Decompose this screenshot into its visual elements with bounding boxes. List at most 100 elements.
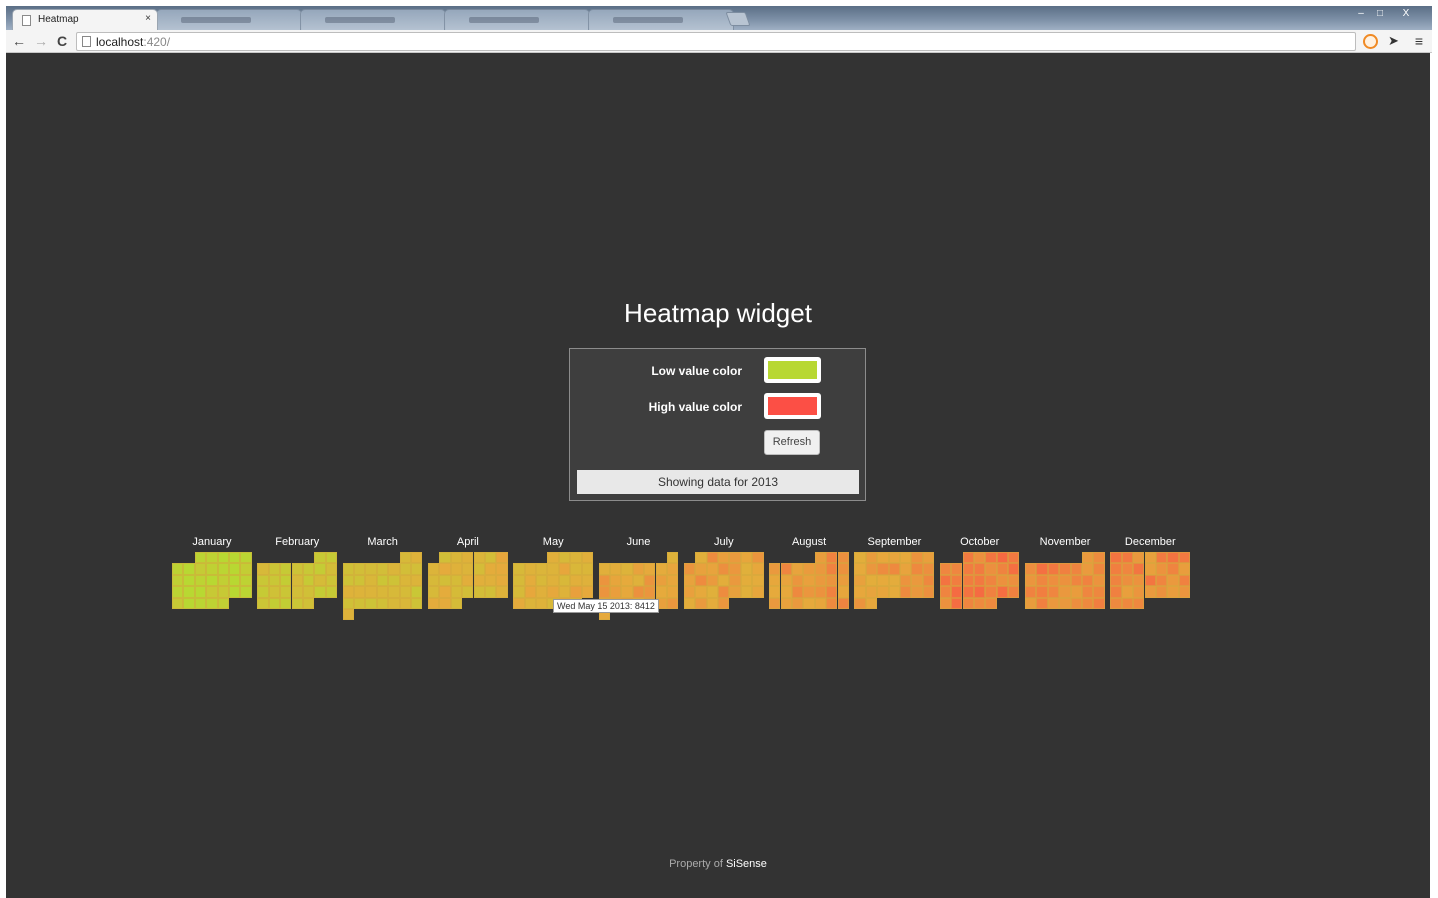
heatmap-day-cell[interactable] bbox=[837, 586, 849, 598]
heatmap-day-cell[interactable] bbox=[951, 586, 963, 598]
heatmap-day-cell[interactable] bbox=[1110, 552, 1122, 564]
footer-brand-link[interactable]: SiSense bbox=[726, 858, 767, 870]
heatmap-day-cell[interactable] bbox=[1121, 586, 1134, 598]
heatmap-day-cell[interactable] bbox=[1155, 574, 1168, 587]
heatmap-day-cell[interactable] bbox=[996, 574, 1009, 587]
heatmap-day-cell[interactable] bbox=[376, 574, 389, 587]
heatmap-day-cell[interactable] bbox=[439, 563, 451, 575]
heatmap-day-cell[interactable] bbox=[450, 552, 463, 564]
heatmap-day-cell[interactable] bbox=[826, 586, 838, 598]
heatmap-day-cell[interactable] bbox=[837, 563, 849, 575]
background-tab[interactable] bbox=[444, 9, 590, 30]
heatmap-day-cell[interactable] bbox=[1121, 552, 1134, 564]
heatmap-day-cell[interactable] bbox=[183, 586, 195, 598]
heatmap-day-cell[interactable] bbox=[427, 586, 440, 598]
heatmap-day-cell[interactable] bbox=[547, 586, 559, 598]
heatmap-day-cell[interactable] bbox=[1025, 574, 1037, 587]
heatmap-day-cell[interactable] bbox=[1133, 552, 1145, 564]
heatmap-day-cell[interactable] bbox=[962, 586, 974, 598]
heatmap-day-cell[interactable] bbox=[399, 597, 411, 609]
heatmap-day-cell[interactable] bbox=[291, 574, 303, 587]
heatmap-day-cell[interactable] bbox=[376, 597, 389, 609]
heatmap-day-cell[interactable] bbox=[1082, 574, 1094, 587]
heatmap-day-cell[interactable] bbox=[911, 563, 923, 575]
heatmap-day-cell[interactable] bbox=[1070, 574, 1082, 587]
heatmap-day-cell[interactable] bbox=[854, 552, 866, 564]
heatmap-day-cell[interactable] bbox=[877, 586, 889, 598]
heatmap-day-cell[interactable] bbox=[1036, 563, 1048, 575]
heatmap-day-cell[interactable] bbox=[1070, 586, 1082, 598]
heatmap-day-cell[interactable] bbox=[194, 586, 207, 598]
heatmap-day-cell[interactable] bbox=[513, 563, 525, 575]
heatmap-day-cell[interactable] bbox=[314, 586, 326, 598]
heatmap-day-cell[interactable] bbox=[1121, 574, 1134, 587]
heatmap-day-cell[interactable] bbox=[706, 563, 718, 575]
heatmap-day-cell[interactable] bbox=[814, 597, 827, 609]
heatmap-day-cell[interactable] bbox=[473, 586, 485, 598]
heatmap-day-cell[interactable] bbox=[900, 586, 912, 598]
heatmap-day-cell[interactable] bbox=[854, 586, 866, 598]
heatmap-day-cell[interactable] bbox=[826, 597, 838, 609]
heatmap-day-cell[interactable] bbox=[524, 597, 536, 609]
heatmap-day-cell[interactable] bbox=[1167, 552, 1179, 564]
heatmap-day-cell[interactable] bbox=[951, 574, 963, 587]
heatmap-day-cell[interactable] bbox=[996, 586, 1009, 598]
heatmap-day-cell[interactable] bbox=[973, 597, 986, 609]
heatmap-day-cell[interactable] bbox=[1155, 586, 1168, 598]
heatmap-day-cell[interactable] bbox=[803, 563, 815, 575]
heatmap-day-cell[interactable] bbox=[598, 586, 610, 598]
heatmap-day-cell[interactable] bbox=[791, 586, 804, 598]
heatmap-day-cell[interactable] bbox=[996, 563, 1009, 575]
heatmap-day-cell[interactable] bbox=[484, 563, 497, 575]
heatmap-day-cell[interactable] bbox=[325, 552, 338, 564]
heatmap-day-cell[interactable] bbox=[752, 586, 764, 598]
heatmap-day-cell[interactable] bbox=[325, 574, 338, 587]
heatmap-day-cell[interactable] bbox=[718, 563, 730, 575]
heatmap-day-cell[interactable] bbox=[325, 563, 338, 575]
heatmap-day-cell[interactable] bbox=[740, 563, 753, 575]
heatmap-day-cell[interactable] bbox=[206, 597, 218, 609]
heatmap-day-cell[interactable] bbox=[837, 552, 849, 564]
heatmap-day-cell[interactable] bbox=[462, 552, 474, 564]
heatmap-day-cell[interactable] bbox=[718, 597, 730, 609]
heatmap-day-cell[interactable] bbox=[325, 586, 338, 598]
heatmap-day-cell[interactable] bbox=[240, 574, 252, 587]
heatmap-day-cell[interactable] bbox=[342, 586, 354, 598]
heatmap-day-cell[interactable] bbox=[268, 597, 281, 609]
heatmap-day-cell[interactable] bbox=[1082, 586, 1094, 598]
heatmap-day-cell[interactable] bbox=[729, 574, 741, 587]
heatmap-day-cell[interactable] bbox=[666, 586, 679, 598]
heatmap-day-cell[interactable] bbox=[1110, 563, 1122, 575]
heatmap-day-cell[interactable] bbox=[473, 552, 485, 564]
heatmap-day-cell[interactable] bbox=[365, 597, 377, 609]
heatmap-day-cell[interactable] bbox=[1036, 586, 1048, 598]
heatmap-day-cell[interactable] bbox=[865, 597, 878, 609]
minimize-button[interactable]: – bbox=[1352, 7, 1370, 21]
heatmap-day-cell[interactable] bbox=[985, 563, 997, 575]
heatmap-day-cell[interactable] bbox=[1121, 563, 1134, 575]
heatmap-day-cell[interactable] bbox=[729, 563, 741, 575]
heatmap-day-cell[interactable] bbox=[695, 574, 707, 587]
heatmap-day-cell[interactable] bbox=[780, 563, 792, 575]
heatmap-day-cell[interactable] bbox=[939, 563, 952, 575]
heatmap-day-cell[interactable] bbox=[484, 574, 497, 587]
heatmap-day-cell[interactable] bbox=[183, 597, 195, 609]
heatmap-day-cell[interactable] bbox=[1008, 563, 1020, 575]
heatmap-day-cell[interactable] bbox=[683, 563, 696, 575]
heatmap-day-cell[interactable] bbox=[291, 586, 303, 598]
heatmap-day-cell[interactable] bbox=[939, 597, 952, 609]
heatmap-day-cell[interactable] bbox=[1082, 552, 1094, 564]
heatmap-day-cell[interactable] bbox=[314, 552, 326, 564]
heatmap-day-cell[interactable] bbox=[803, 586, 815, 598]
heatmap-day-cell[interactable] bbox=[939, 574, 952, 587]
heatmap-day-cell[interactable] bbox=[581, 552, 593, 564]
heatmap-day-cell[interactable] bbox=[302, 574, 315, 587]
heatmap-day-cell[interactable] bbox=[1093, 586, 1105, 598]
heatmap-day-cell[interactable] bbox=[854, 597, 866, 609]
heatmap-day-cell[interactable] bbox=[1008, 574, 1020, 587]
heatmap-day-cell[interactable] bbox=[570, 586, 582, 598]
heatmap-day-cell[interactable] bbox=[683, 586, 696, 598]
heatmap-day-cell[interactable] bbox=[411, 552, 423, 564]
heatmap-day-cell[interactable] bbox=[1093, 552, 1105, 564]
heatmap-day-cell[interactable] bbox=[621, 563, 633, 575]
